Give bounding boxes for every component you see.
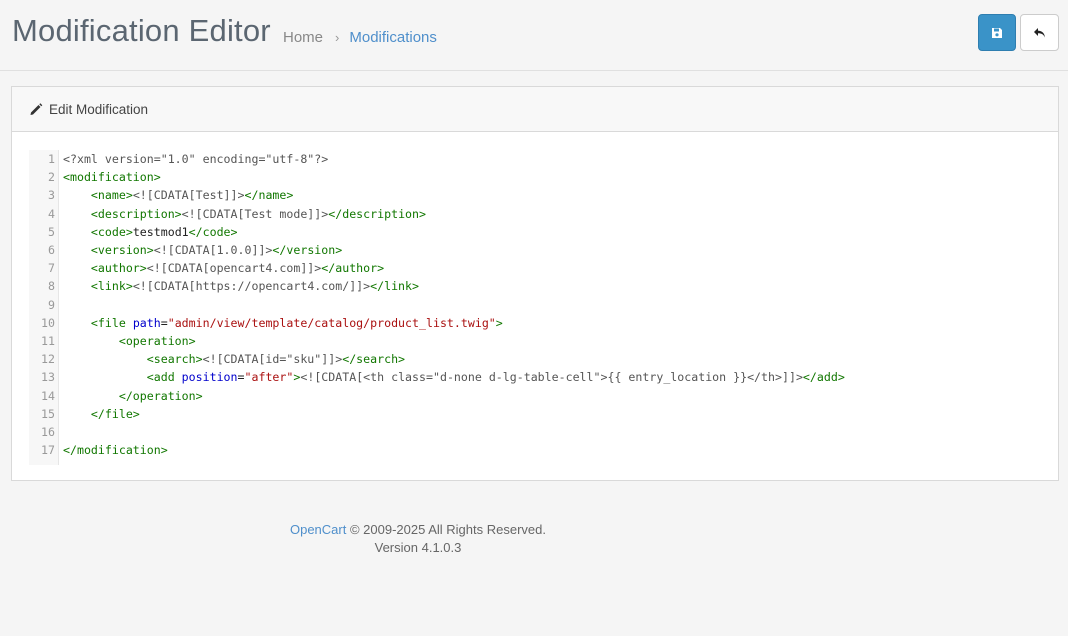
code-text: <version><![CDATA[1.0.0]]></version>	[90, 243, 343, 257]
line-number: 11	[41, 334, 55, 348]
code-text: <author><![CDATA[opencart4.com]]></autho…	[90, 261, 385, 276]
line-number: 9	[48, 297, 55, 312]
line-number: 16	[41, 425, 55, 439]
code-editor[interactable]: 1 <?xml version="1.0" encoding="utf-8"?> 2…	[29, 150, 1039, 465]
code-text: <code>testmod1</code>	[90, 224, 238, 239]
code-text: <operation>	[118, 334, 196, 348]
footer-copyright: OpenCart © 2009-2025 All Rights Reserved…	[0, 521, 836, 539]
save-icon	[992, 27, 1002, 38]
line-number: 8	[48, 279, 55, 294]
footer: OpenCart © 2009-2025 All Rights Reserved…	[0, 521, 836, 557]
breadcrumb: Home › Modifications	[283, 29, 437, 46]
line-number: 7	[48, 261, 55, 276]
card-title: Edit Modification	[49, 101, 149, 117]
save-button[interactable]	[978, 14, 1016, 51]
code-text: </file>	[90, 406, 140, 421]
code-text: </modification>	[63, 443, 168, 458]
line-number: 6	[48, 243, 55, 257]
code-text: <search><![CDATA[id="sku"]]></search>	[146, 352, 406, 367]
edit-modification-card: Edit Modification 1 <?xml version="1.0" e…	[11, 86, 1059, 481]
code-text: <add position="after"><![CDATA[<th class…	[146, 370, 845, 385]
back-button[interactable]	[1020, 14, 1059, 51]
reply-icon	[1033, 27, 1045, 37]
line-number: 14	[41, 388, 55, 403]
card-header: Edit Modification	[12, 87, 1058, 132]
code-text: <link><![CDATA[https://opencart4.com/]]>…	[90, 279, 420, 294]
line-number: 12	[41, 352, 55, 367]
line-number: 15	[41, 406, 55, 421]
footer-version: Version 4.1.0.3	[374, 540, 462, 555]
breadcrumb-home-link[interactable]: Home	[283, 29, 323, 46]
code-text: <name><![CDATA[Test]]></name>	[90, 188, 294, 203]
line-number: 5	[48, 224, 55, 239]
line-number: 3	[48, 188, 55, 203]
code-text: <description><![CDATA[Test mode]]></desc…	[90, 206, 426, 221]
page-title: Modification Editor	[12, 13, 271, 48]
copyright-text: © 2009-2025 All Rights Reserved.	[346, 522, 546, 537]
breadcrumb-modifications-link[interactable]: Modifications	[349, 29, 437, 46]
line-number: 10	[41, 315, 55, 330]
pencil-icon	[30, 103, 43, 115]
code-text: <modification>	[63, 170, 161, 185]
breadcrumb-separator: ›	[335, 30, 340, 45]
line-number: 2	[48, 170, 55, 185]
code-text: <?xml version="1.0" encoding="utf-8"?>	[63, 152, 329, 166]
line-number: 4	[48, 206, 55, 221]
line-number: 13	[41, 370, 55, 385]
line-number: 17	[41, 443, 55, 458]
code-text: <file path="admin/view/template/catalog/…	[90, 315, 503, 330]
code-text: </operation>	[118, 388, 203, 403]
page-header: Modification Editor Home › Modifications	[0, 0, 1068, 71]
opencart-link[interactable]: OpenCart	[290, 522, 346, 537]
line-number: 1	[48, 152, 55, 166]
